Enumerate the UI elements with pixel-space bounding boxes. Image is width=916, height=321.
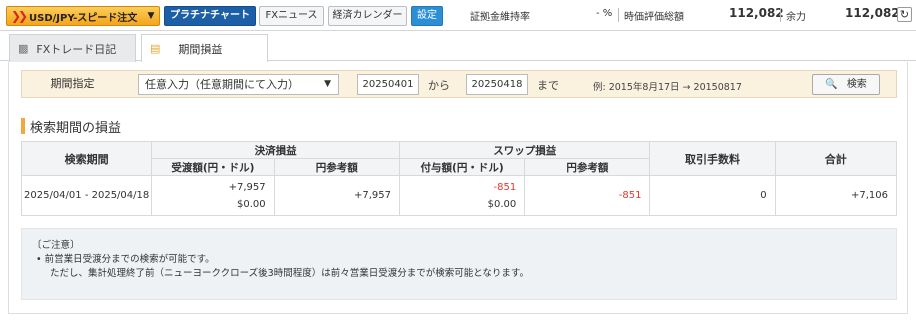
tab-bar: ▩ FXトレード日記 ▤ 期間損益 <box>0 31 916 63</box>
cell-settle-reference: +7,957 <box>273 175 400 216</box>
swap-usd: $0.00 <box>487 198 517 210</box>
cell-swap-reference: -851 <box>524 175 651 216</box>
to-date-input[interactable]: 20250418 <box>466 74 528 95</box>
header-settle-received: 受渡額(円・ドル) <box>151 158 275 176</box>
search-form: 期間指定 任意入力（任意期間にて入力） ▼ 20250401 から 202504… <box>21 70 897 98</box>
header-swap-pnl: スワップ損益 <box>398 141 651 159</box>
dropdown-arrow-icon: ▼ <box>324 79 331 89</box>
valuation-value: 112,082 <box>729 6 784 20</box>
available-value: 112,082 <box>845 6 900 20</box>
period-select[interactable]: 任意入力（任意期間にて入力） ▼ <box>138 74 339 95</box>
settings-button[interactable]: 設定 <box>411 6 443 26</box>
cell-period: 2025/04/01 - 2025/04/18 <box>20 175 153 216</box>
from-date-input[interactable]: 20250401 <box>357 74 419 95</box>
available-label: 余力 <box>786 12 806 23</box>
pnl-table: 検索期間 決済損益 スワップ損益 取引手数料 合計 受渡額(円・ドル) 円参考額… <box>20 141 898 216</box>
top-bar: ❯❯ USD/JPY-スピード注文 ▼ プラチナチャート FXニュース 経済カレ… <box>0 0 916 31</box>
tab-label: 期間損益 <box>178 42 223 56</box>
platinum-chart-button[interactable]: プラチナチャート <box>164 6 256 26</box>
cell-fee: 0 <box>649 175 776 216</box>
refresh-icon[interactable]: ↻ <box>897 7 912 22</box>
table-row: 2025/04/01 - 2025/04/18 +7,957 $0.00 +7,… <box>20 175 898 216</box>
header-fee: 取引手数料 <box>649 141 776 176</box>
valuation-label: 時価評価総額 <box>624 12 684 23</box>
economic-calendar-button[interactable]: 経済カレンダー <box>328 6 407 26</box>
cell-total: +7,106 <box>774 175 898 216</box>
header-settle-reference: 円参考額 <box>273 158 400 176</box>
date-format-example: 例: 2015年8月17日 → 20150817 <box>593 82 742 93</box>
fx-news-button[interactable]: FXニュース <box>259 6 324 26</box>
swap-jpy: -851 <box>493 181 517 193</box>
margin-rate-value: - % <box>596 8 613 19</box>
to-text: まで <box>537 79 559 92</box>
settle-usd: $0.00 <box>236 198 266 210</box>
tab-period-pnl[interactable]: ▤ 期間損益 <box>141 34 268 63</box>
tab-label: FXトレード日記 <box>36 42 117 56</box>
header-settlement-pnl: 決済損益 <box>151 141 400 159</box>
speed-order-label: USD/JPY-スピード注文 <box>29 12 138 24</box>
header-period: 検索期間 <box>20 141 153 176</box>
document-icon: ▤ <box>150 42 161 55</box>
search-button[interactable]: 🔍 検索 <box>812 74 880 95</box>
content-panel: 期間指定 任意入力（任意期間にて入力） ▼ 20250401 から 202504… <box>8 62 908 314</box>
section-marker <box>21 118 25 134</box>
speed-order-button[interactable]: ❯❯ USD/JPY-スピード注文 ▼ <box>6 6 160 26</box>
tab-fx-trade-diary[interactable]: ▩ FXトレード日記 <box>9 34 136 62</box>
header-total: 合計 <box>774 141 898 176</box>
divider <box>780 8 781 22</box>
caret-down-icon: ▼ <box>147 11 155 21</box>
period-label: 期間指定 <box>50 77 95 90</box>
search-icon: 🔍 <box>825 79 838 90</box>
cell-swap-granted: -851 $0.00 <box>398 175 526 216</box>
from-text: から <box>428 79 450 92</box>
header-swap-granted: 付与額(円・ドル) <box>398 158 526 176</box>
cell-settle-received: +7,957 $0.00 <box>151 175 275 216</box>
divider <box>618 8 619 22</box>
book-icon: ▩ <box>18 42 29 55</box>
notice-line-1: 前営業日受渡分までの検索が可能です。 <box>44 254 215 265</box>
search-button-label: 検索 <box>846 79 867 90</box>
notice-item: • 前営業日受渡分までの検索が可能です。 <box>36 254 215 265</box>
notice-line-2: ただし、集計処理終了前（ニューヨーククローズ後3時間程度）は前々営業日受渡分まで… <box>50 268 529 279</box>
margin-rate-label: 証拠金維持率 <box>470 12 530 23</box>
notice-box: 〔ご注意〕 • 前営業日受渡分までの検索が可能です。 ただし、集計処理終了前（ニ… <box>21 228 897 300</box>
period-select-value: 任意入力（任意期間にて入力） <box>145 78 299 91</box>
table-header-row: 検索期間 決済損益 スワップ損益 取引手数料 合計 <box>20 141 898 176</box>
section-title-text: 検索期間の損益 <box>30 120 122 136</box>
double-chevron-icon: ❯❯ <box>10 9 28 23</box>
notice-title: 〔ご注意〕 <box>32 240 80 251</box>
settle-jpy: +7,957 <box>228 181 266 193</box>
section-title: 検索期間の損益 <box>21 117 122 136</box>
header-swap-reference: 円参考額 <box>524 158 651 176</box>
